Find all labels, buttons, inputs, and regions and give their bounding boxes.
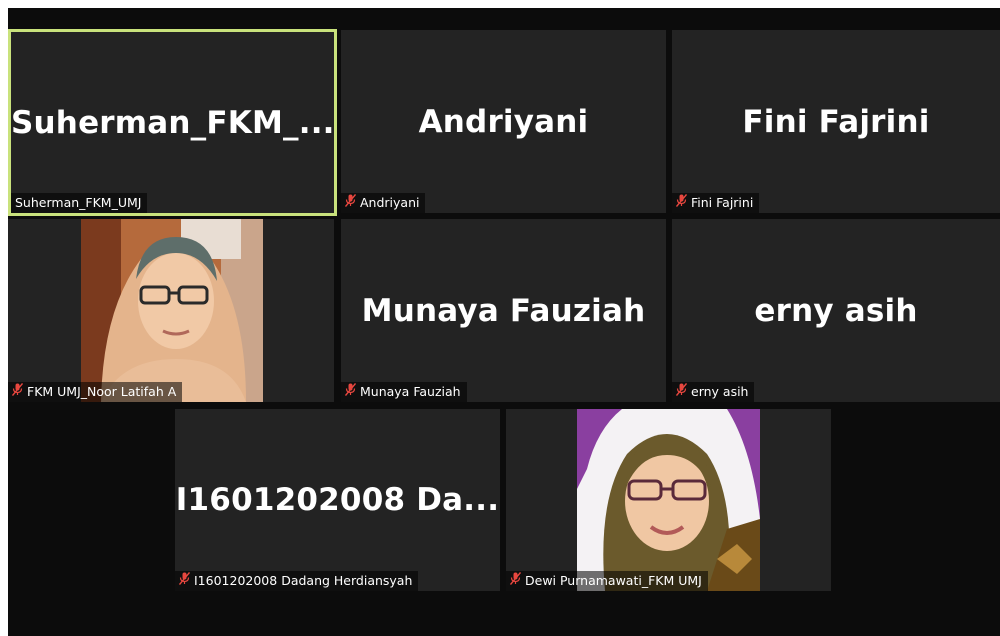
participant-name-label: Suherman_FKM_UMJ [15, 195, 142, 210]
participant-tile-erny-asih[interactable]: erny asih erny asih [672, 219, 1000, 402]
participant-name-tag: Andriyani [341, 193, 426, 213]
participant-name-tag: I1601202008 Dadang Herdiansyah [175, 571, 419, 591]
participant-tile-suherman[interactable]: Suherman_FKM_... Suherman_FKM_UMJ [8, 29, 337, 216]
participant-tile-fini-fajrini[interactable]: Fini Fajrini Fini Fajrini [672, 30, 1000, 213]
participant-tile-andriyani[interactable]: Andriyani Andriyani [341, 30, 666, 213]
participant-name-label: Andriyani [360, 195, 420, 210]
participant-display-name: Andriyani [418, 103, 589, 140]
muted-mic-icon [344, 193, 357, 213]
participant-name-label: I1601202008 Dadang Herdiansyah [194, 573, 413, 588]
participant-name-tag: Fini Fajrini [672, 193, 760, 213]
participant-video-frame [81, 219, 263, 402]
participant-tile-dewi-purnamawati[interactable]: Dewi Purnamawati_FKM UMJ [506, 409, 831, 591]
participant-tile-noor-latifah[interactable]: FKM UMJ_Noor Latifah A [8, 219, 334, 402]
participant-display-name: erny asih [754, 292, 918, 329]
participant-name-tag: FKM UMJ_Noor Latifah A [8, 382, 183, 402]
muted-mic-icon [675, 382, 688, 402]
muted-mic-icon [509, 571, 522, 591]
participant-name-label: Munaya Fauziah [360, 384, 461, 399]
participant-video [81, 219, 263, 402]
muted-mic-icon [178, 571, 191, 591]
participant-name-tag: erny asih [672, 382, 755, 402]
participant-name-label: FKM UMJ_Noor Latifah A [27, 384, 177, 399]
muted-mic-icon [11, 382, 24, 402]
participant-video [577, 409, 760, 591]
participant-video-frame [577, 409, 760, 591]
video-gallery: Suherman_FKM_... Suherman_FKM_UMJ Andriy… [8, 8, 1000, 636]
participant-tile-dadang-herdiansyah[interactable]: I1601202008 Da... I1601202008 Dadang Her… [175, 409, 500, 591]
muted-mic-icon [675, 193, 688, 213]
participant-tile-munaya-fauziah[interactable]: Munaya Fauziah Munaya Fauziah [341, 219, 666, 402]
participant-display-name: Munaya Fauziah [361, 292, 646, 329]
participant-name-label: erny asih [691, 384, 749, 399]
participant-name-tag: Suherman_FKM_UMJ [11, 193, 148, 213]
muted-mic-icon [344, 382, 357, 402]
participant-display-name: I1601202008 Da... [175, 482, 500, 518]
participant-name-label: Fini Fajrini [691, 195, 754, 210]
participant-display-name: Fini Fajrini [742, 103, 930, 140]
participant-name-tag: Munaya Fauziah [341, 382, 467, 402]
participant-display-name: Suherman_FKM_... [11, 104, 334, 141]
participant-name-tag: Dewi Purnamawati_FKM UMJ [506, 571, 708, 591]
participant-name-label: Dewi Purnamawati_FKM UMJ [525, 573, 702, 588]
